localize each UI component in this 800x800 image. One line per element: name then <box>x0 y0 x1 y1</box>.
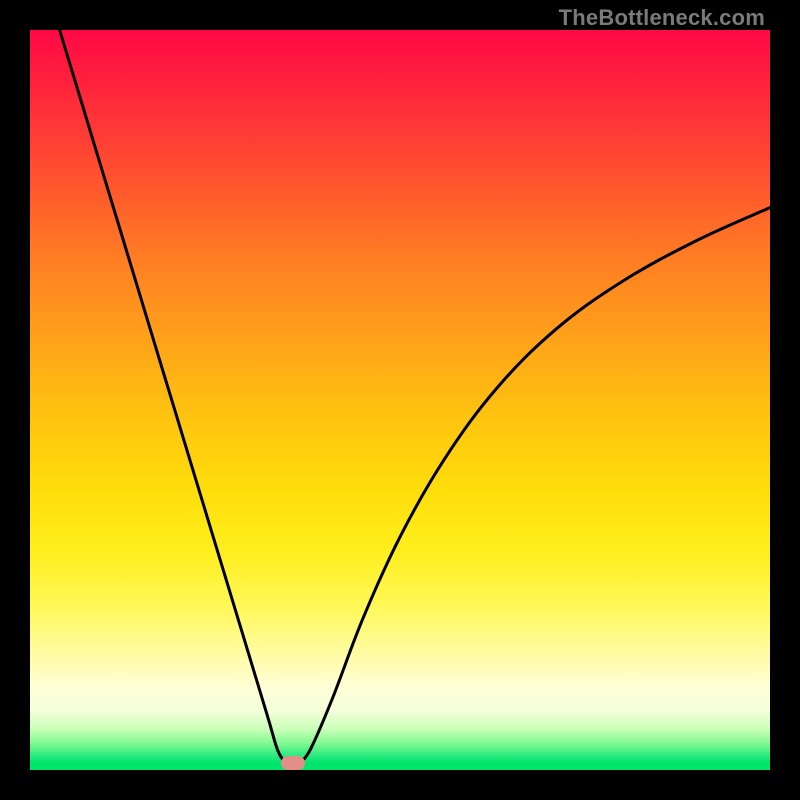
watermark-text: TheBottleneck.com <box>559 5 765 31</box>
plot-area <box>30 30 770 770</box>
curve-left-branch <box>60 30 287 764</box>
curve-layer <box>30 30 770 770</box>
chart-frame: TheBottleneck.com <box>0 0 800 800</box>
curve-right-branch <box>300 208 770 764</box>
optimum-marker <box>281 756 305 770</box>
